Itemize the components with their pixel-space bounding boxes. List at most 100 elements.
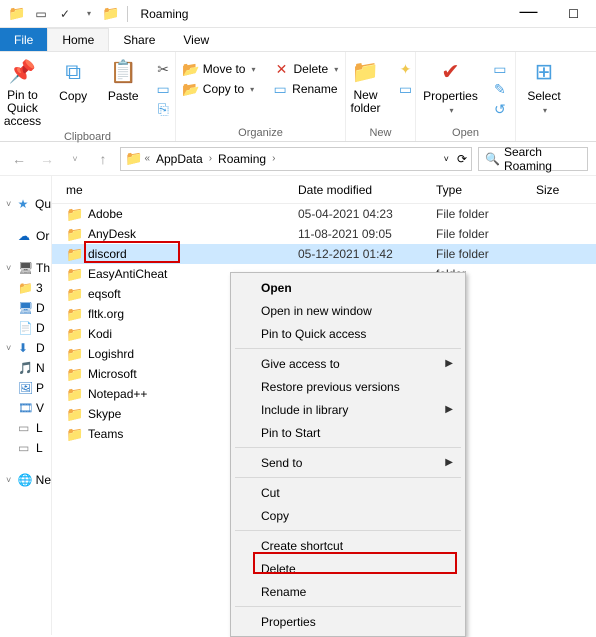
up-button[interactable]: ↑ bbox=[92, 148, 114, 170]
nav-icon: ▭ bbox=[18, 421, 32, 435]
label: Paste bbox=[108, 89, 139, 103]
table-row[interactable]: 📁discord05-12-2021 01:42File folder bbox=[52, 244, 596, 264]
chevron-right-icon: ▶ bbox=[445, 404, 453, 415]
col-type[interactable]: Type bbox=[436, 183, 536, 197]
copyto-icon: 📂 bbox=[183, 81, 199, 97]
nav-icon: 📄 bbox=[18, 321, 32, 335]
properties-button[interactable]: ✔ Properties ▾ bbox=[419, 56, 482, 117]
delete-button[interactable]: ✕Delete▾ bbox=[270, 60, 343, 78]
ctx-create-shortcut[interactable]: Create shortcut bbox=[233, 534, 463, 557]
select-icon: ⊞ bbox=[530, 58, 558, 86]
file-name: AnyDesk bbox=[88, 227, 298, 241]
col-size[interactable]: Size bbox=[536, 183, 596, 197]
paste-button[interactable]: 📋 Paste bbox=[101, 56, 145, 105]
ctx-cut[interactable]: Cut bbox=[233, 481, 463, 504]
qat-item[interactable]: ▭ bbox=[32, 5, 50, 23]
nav-item[interactable]: 🎞V bbox=[0, 398, 51, 418]
folder-icon: 📁 bbox=[66, 346, 88, 363]
qat-item[interactable]: ✓ bbox=[56, 5, 74, 23]
recent-dropdown[interactable]: ˅ bbox=[64, 148, 86, 170]
paste-shortcut-button[interactable]: ⎘ bbox=[151, 100, 175, 118]
nav-label: P bbox=[36, 381, 44, 395]
nav-item[interactable]: ˅🖥Th bbox=[0, 258, 51, 278]
ctx-pin-start[interactable]: Pin to Start bbox=[233, 421, 463, 444]
ctx-properties[interactable]: Properties bbox=[233, 610, 463, 633]
properties-icon: ✔ bbox=[437, 58, 465, 86]
tab-home[interactable]: Home bbox=[47, 28, 109, 51]
label: Rename bbox=[292, 82, 337, 96]
chevron-down-icon: ▾ bbox=[251, 65, 255, 74]
dropdown-icon[interactable]: ˅ bbox=[444, 154, 449, 164]
history-button[interactable]: ↺ bbox=[488, 100, 512, 118]
nav-item[interactable]: ˅★Qu bbox=[0, 194, 51, 214]
copy-path-button[interactable]: ▭ bbox=[151, 80, 175, 98]
chevron-right-icon: ▶ bbox=[445, 358, 453, 369]
navigation-pane[interactable]: ˅★Qu☁Or˅🖥Th📁3🖥D📄D˅⬇D🎵N🖼P🎞V▭L▭L˅🌐Ne bbox=[0, 176, 52, 635]
file-type: File folder bbox=[436, 247, 536, 261]
rename-button[interactable]: ▭ Rename bbox=[268, 80, 341, 98]
nav-icon: 📁 bbox=[18, 281, 32, 295]
open-button[interactable]: ▭ bbox=[488, 60, 512, 78]
select-button[interactable]: ⊞ Select ▾ bbox=[522, 56, 566, 117]
label: Include in library bbox=[261, 403, 348, 417]
tab-file[interactable]: File bbox=[0, 28, 47, 51]
nav-item[interactable]: 🖥D bbox=[0, 298, 51, 318]
nav-item[interactable]: ˅⬇D bbox=[0, 338, 51, 358]
ctx-send-to[interactable]: Send to▶ bbox=[233, 451, 463, 474]
pin-to-quick-access-button[interactable]: 📌 Pin to Quick access bbox=[0, 56, 45, 131]
maximize-button[interactable]: ☐ bbox=[551, 0, 596, 28]
copy-button[interactable]: ⧉ Copy bbox=[51, 56, 95, 105]
rename-icon: ▭ bbox=[272, 81, 288, 97]
new-folder-button[interactable]: 📁 New folder bbox=[344, 56, 388, 117]
ctx-give-access[interactable]: Give access to▶ bbox=[233, 352, 463, 375]
nav-item[interactable]: ▭L bbox=[0, 438, 51, 458]
easy-access-button[interactable]: ▭ bbox=[394, 80, 418, 98]
crumb-roaming[interactable]: Roaming bbox=[214, 152, 270, 166]
nav-item[interactable]: 🎵N bbox=[0, 358, 51, 378]
ctx-pin-quick-access[interactable]: Pin to Quick access bbox=[233, 322, 463, 345]
tab-share[interactable]: Share bbox=[109, 28, 169, 51]
crumb-appdata[interactable]: AppData bbox=[152, 152, 207, 166]
nav-item[interactable]: 📄D bbox=[0, 318, 51, 338]
label: Copy to bbox=[203, 82, 244, 96]
col-date[interactable]: Date modified bbox=[298, 183, 436, 197]
nav-item[interactable]: 📁3 bbox=[0, 278, 51, 298]
ctx-copy[interactable]: Copy bbox=[233, 504, 463, 527]
nav-icon: ★ bbox=[18, 197, 31, 211]
chevron-down-icon: ▾ bbox=[450, 106, 454, 115]
refresh-button[interactable]: ⟳ bbox=[457, 152, 467, 166]
tab-view[interactable]: View bbox=[169, 28, 223, 51]
ctx-open[interactable]: Open bbox=[233, 276, 463, 299]
qat-dropdown[interactable]: ▾ bbox=[80, 5, 98, 23]
ctx-rename[interactable]: Rename bbox=[233, 580, 463, 603]
chevron-right-icon: « bbox=[144, 153, 150, 164]
forward-button[interactable]: → bbox=[36, 148, 58, 170]
search-input[interactable]: 🔍 Search Roaming bbox=[478, 147, 588, 171]
folder-icon: 📁 bbox=[125, 150, 142, 167]
new-item-button[interactable]: ✦ bbox=[394, 60, 418, 78]
column-headers[interactable]: me Date modified Type Size bbox=[52, 176, 596, 204]
ctx-include-library[interactable]: Include in library ▶ bbox=[233, 398, 463, 421]
edit-button[interactable]: ✎ bbox=[488, 80, 512, 98]
ctx-restore[interactable]: Restore previous versions bbox=[233, 375, 463, 398]
separator bbox=[127, 6, 128, 22]
chevron-icon: ˅ bbox=[6, 263, 14, 273]
ctx-delete[interactable]: Delete bbox=[233, 557, 463, 580]
nav-item[interactable]: ▭L bbox=[0, 418, 51, 438]
table-row[interactable]: 📁AnyDesk11-08-2021 09:05File folder bbox=[52, 224, 596, 244]
search-placeholder: Search Roaming bbox=[504, 145, 581, 173]
move-to-button[interactable]: 📂Move to▾ bbox=[179, 60, 260, 78]
group-label: Open bbox=[422, 127, 509, 139]
nav-item[interactable]: ˅🌐Ne bbox=[0, 470, 51, 490]
table-row[interactable]: 📁Adobe05-04-2021 04:23File folder bbox=[52, 204, 596, 224]
back-button[interactable]: ← bbox=[8, 148, 30, 170]
cut-button[interactable]: ✂ bbox=[151, 60, 175, 78]
nav-item[interactable]: 🖼P bbox=[0, 378, 51, 398]
minimize-button[interactable]: — bbox=[506, 0, 551, 28]
breadcrumb[interactable]: 📁 « AppData › Roaming › ˅ ⟳ bbox=[120, 147, 472, 171]
chevron-icon: ˅ bbox=[6, 199, 14, 209]
copy-to-button[interactable]: 📂Copy to▾ bbox=[179, 80, 258, 98]
nav-item[interactable]: ☁Or bbox=[0, 226, 51, 246]
col-name[interactable]: me bbox=[66, 183, 298, 197]
ctx-open-new-window[interactable]: Open in new window bbox=[233, 299, 463, 322]
